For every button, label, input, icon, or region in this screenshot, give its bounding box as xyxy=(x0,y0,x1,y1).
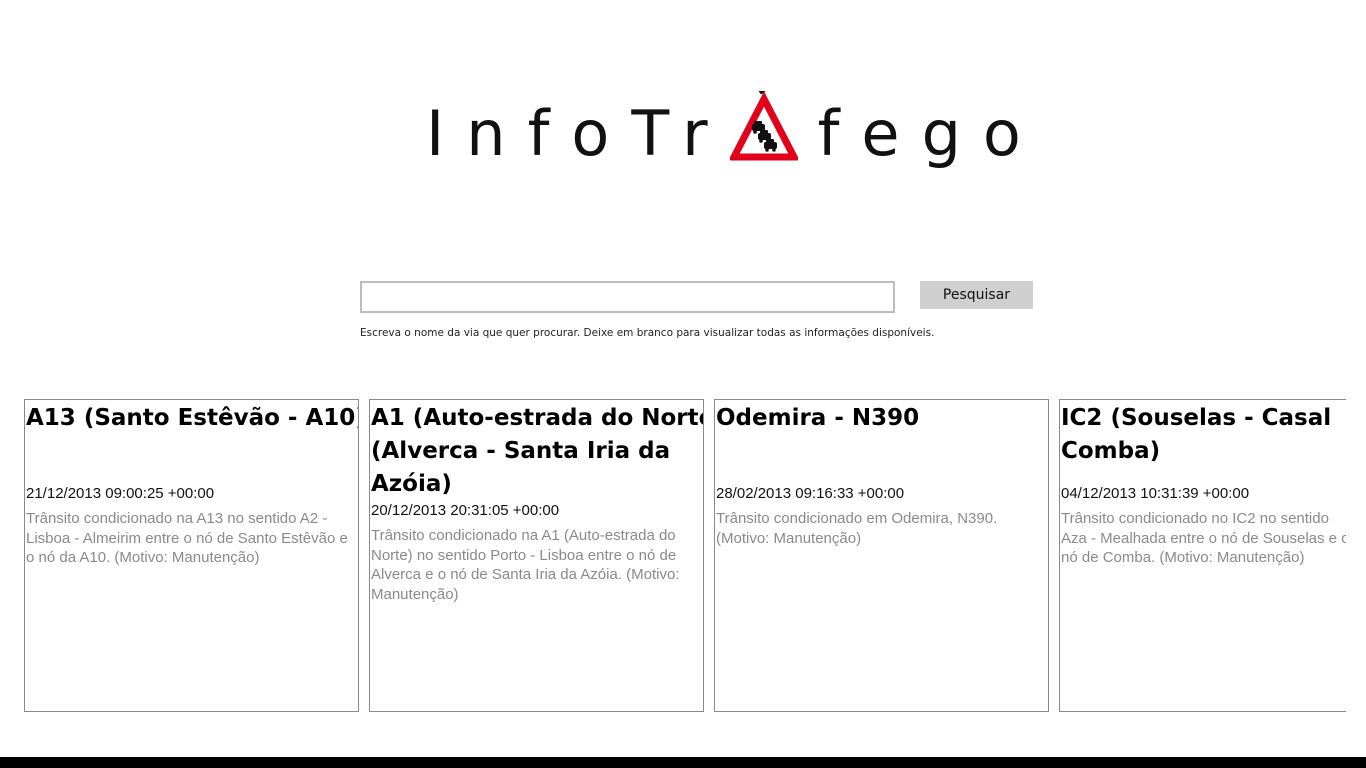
card-date: 21/12/2013 09:00:25 +00:00 xyxy=(26,485,215,502)
card-description: Trânsito condicionado na A1 (Auto-estrad… xyxy=(371,527,680,603)
traffic-card[interactable]: A1 (Auto-estrada do Norte) (Alverca - Sa… xyxy=(369,399,704,712)
card-description: Trânsito condicionado na A13 no sentido … xyxy=(26,510,348,566)
traffic-card[interactable]: IC2 (Souselas - Casal Comba) 04/12/2013 … xyxy=(1059,399,1346,712)
logo-text: InfoTr fego xyxy=(426,91,1043,172)
card-title-line: IC2 (Souselas - Casal xyxy=(1061,405,1332,431)
traffic-card[interactable]: Odemira - N390 28/02/2013 09:16:33 +00:0… xyxy=(714,399,1049,712)
card-date: 20/12/2013 20:31:05 +00:00 xyxy=(371,502,560,519)
logo-text-prefix: InfoTr xyxy=(426,97,730,170)
card-title-line: (Alverca - Santa Iria da xyxy=(371,438,671,464)
card-title-line: Odemira - N390 xyxy=(716,405,920,431)
card-description: Trânsito condicionado no IC2 no sentido … xyxy=(1061,510,1346,566)
card-title: A1 (Auto-estrada do Norte) (Alverca - Sa… xyxy=(371,402,703,501)
traffic-warning-sign-icon xyxy=(729,91,798,161)
card-date: 28/02/2013 09:16:33 +00:00 xyxy=(716,485,905,502)
logo-text-suffix: fego xyxy=(817,97,1043,170)
card-title: IC2 (Souselas - Casal Comba) xyxy=(1061,402,1346,484)
card-title-line: A13 (Santo Estêvão - A10) xyxy=(26,405,359,431)
card-title: A13 (Santo Estêvão - A10) xyxy=(26,402,358,484)
card-title: Odemira - N390 xyxy=(716,402,1048,484)
search-button[interactable]: Pesquisar xyxy=(920,281,1033,309)
app-logo: InfoTr fego xyxy=(426,91,1021,172)
card-date: 04/12/2013 10:31:39 +00:00 xyxy=(1061,485,1250,502)
search-hint: Escreva o nome da via que quer procurar.… xyxy=(360,327,935,339)
traffic-card[interactable]: A13 (Santo Estêvão - A10) 21/12/2013 09:… xyxy=(24,399,359,712)
card-title-line: Comba) xyxy=(1061,438,1161,464)
card-title-line: A1 (Auto-estrada do Norte) xyxy=(371,405,704,431)
card-title-line: Azóia) xyxy=(371,471,452,497)
bottom-bar xyxy=(0,757,1366,768)
app-root: InfoTr fego Pesquisar Escreva o nome da … xyxy=(0,0,1366,768)
traffic-cards-list[interactable]: A13 (Santo Estêvão - A10) 21/12/2013 09:… xyxy=(24,399,1346,712)
card-description: Trânsito condicionado em Odemira, N390. … xyxy=(716,510,998,547)
search-input[interactable] xyxy=(360,281,895,313)
